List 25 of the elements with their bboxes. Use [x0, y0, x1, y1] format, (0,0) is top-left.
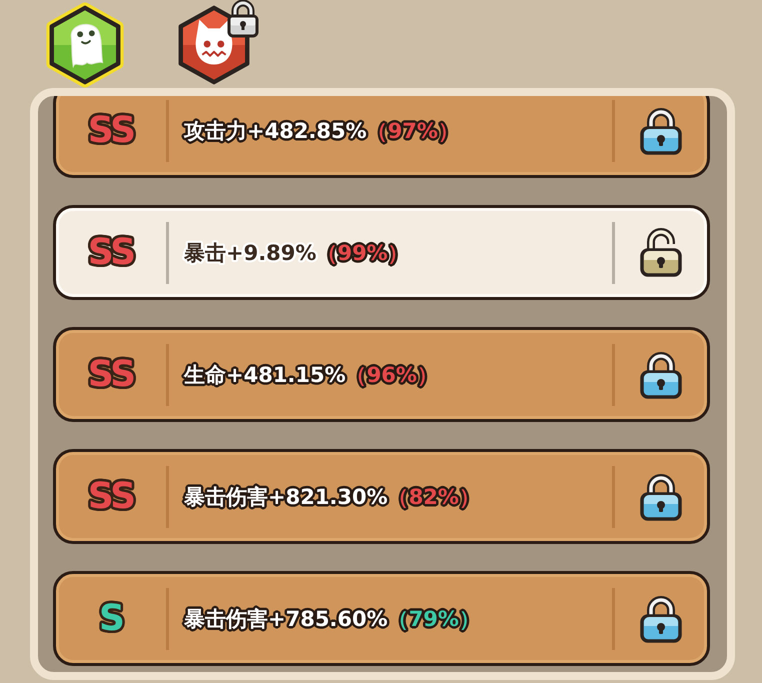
grade-label: SS [88, 112, 134, 148]
stat-text: 暴击伤害+821.30% [184, 484, 388, 510]
lock-icon[interactable] [638, 106, 684, 156]
stat-text: 暴击伤害+785.60% [184, 606, 388, 632]
stat-text: 暴击+9.89% [184, 240, 316, 266]
stat-text: 生命+481.15% [184, 362, 346, 388]
stat-text: 攻击力+482.85% [184, 118, 367, 144]
lock-icon[interactable] [638, 594, 684, 644]
grade-label: S [99, 600, 123, 636]
affix-row[interactable]: S 暴击伤害+785.60%（79%） [53, 571, 710, 666]
roll-percent: （79%） [388, 606, 480, 632]
grade-label: SS [88, 234, 134, 270]
lock-icon[interactable] [638, 350, 684, 400]
roll-percent: （82%） [388, 484, 480, 510]
unlock-icon[interactable] [638, 228, 684, 278]
affix-row[interactable]: SS 攻击力+482.85%（97%） [53, 96, 710, 178]
grade-label: SS [88, 478, 134, 514]
grade-label: SS [88, 356, 134, 392]
roll-percent: （99%） [316, 240, 409, 266]
affix-row[interactable]: SS 生命+481.15%（96%） [53, 327, 710, 422]
affix-row[interactable]: SS 暴击伤害+821.30%（82%） [53, 449, 710, 544]
affix-row[interactable]: SS 暴击+9.89%（99%） [53, 205, 710, 300]
roll-percent: （96%） [346, 362, 438, 388]
roll-percent: （97%） [366, 118, 459, 144]
lock-icon[interactable] [638, 472, 684, 522]
